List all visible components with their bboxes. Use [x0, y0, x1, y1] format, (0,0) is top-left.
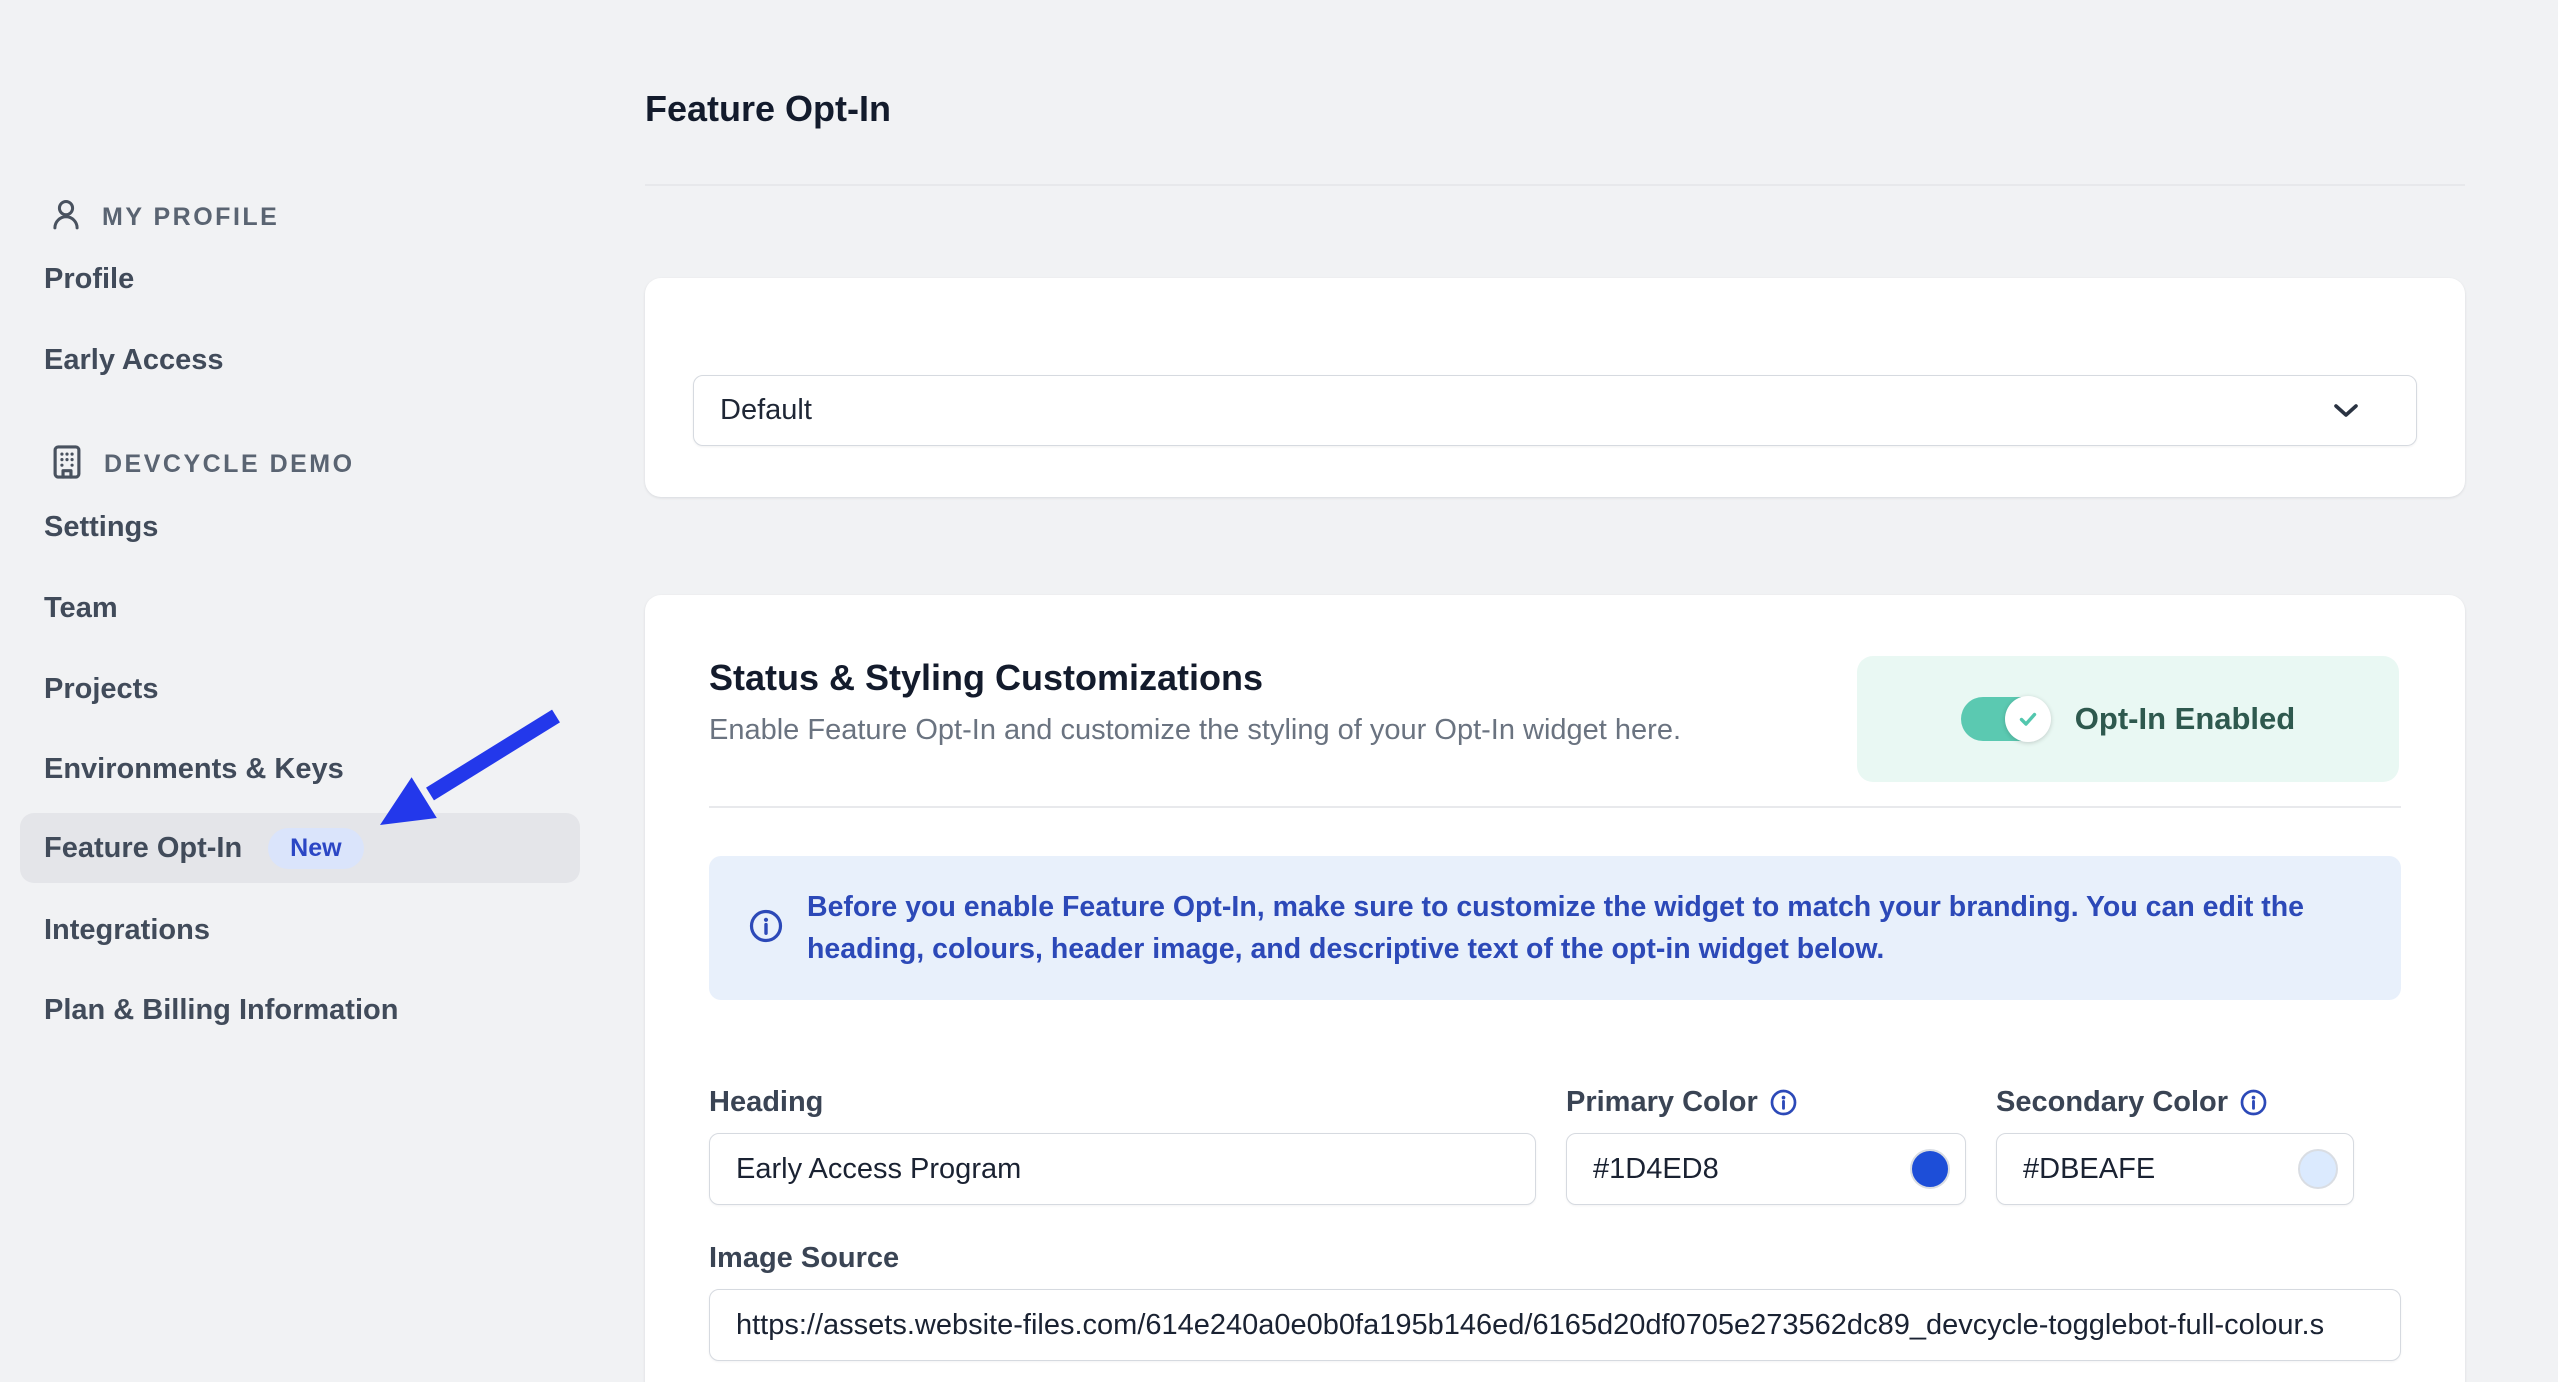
secondary-color-label: Secondary Color [1996, 1085, 2229, 1118]
project-select-value: Default [720, 394, 812, 426]
section-divider [709, 806, 2401, 808]
sidebar-item-integrations[interactable]: Integrations [44, 907, 210, 953]
primary-color-info-icon[interactable] [1770, 1089, 1797, 1116]
info-banner-text: Before you enable Feature Opt-In, make s… [807, 886, 2304, 970]
user-icon [48, 197, 84, 238]
select-project-card: Select Project Default [645, 278, 2465, 640]
chevron-down-icon [2332, 402, 2360, 425]
opt-in-status-panel: Opt-In Enabled [1857, 656, 2399, 782]
status-styling-card: Status & Styling Customizations Enable F… [645, 595, 2465, 1382]
heading-input[interactable] [709, 1133, 1536, 1205]
opt-in-toggle-label: Opt-In Enabled [2074, 701, 2296, 736]
secondary-color-info-icon[interactable] [2240, 1089, 2267, 1116]
status-card-title: Status & Styling Customizations [709, 657, 1264, 698]
sidebar: MY PROFILE Profile Early Access DEVCYCLE… [0, 0, 600, 1382]
page: MY PROFILE Profile Early Access DEVCYCLE… [0, 0, 2558, 1382]
sidebar-item-projects[interactable]: Projects [44, 666, 158, 712]
info-banner-line-2: heading, colours, header image, and desc… [807, 933, 1885, 965]
secondary-color-field-group: Secondary Color [1996, 1085, 2354, 1205]
primary-color-label: Primary Color [1566, 1085, 1758, 1118]
sidebar-item-label: Feature Opt-In [44, 831, 243, 864]
status-card-subtitle: Enable Feature Opt-In and customize the … [709, 714, 1682, 746]
sidebar-item-team[interactable]: Team [44, 585, 118, 631]
primary-color-swatch[interactable] [1910, 1149, 1950, 1189]
page-title: Feature Opt-In [645, 88, 892, 129]
image-source-field-group: Image Source [709, 1241, 2401, 1361]
title-divider [645, 184, 2465, 186]
building-icon [48, 443, 86, 486]
image-source-input[interactable] [709, 1289, 2401, 1361]
primary-color-input[interactable] [1566, 1133, 1966, 1205]
sidebar-section-devcycle-demo: DEVCYCLE DEMO [48, 441, 355, 487]
secondary-color-swatch[interactable] [2298, 1149, 2338, 1189]
check-icon [2019, 712, 2036, 726]
info-icon [749, 909, 783, 948]
sidebar-item-early-access[interactable]: Early Access [44, 337, 224, 383]
opt-in-toggle[interactable] [1960, 696, 2051, 742]
sidebar-item-profile[interactable]: Profile [44, 256, 134, 302]
heading-label: Heading [709, 1085, 824, 1118]
sidebar-item-settings[interactable]: Settings [44, 504, 158, 550]
sidebar-section-my-profile: MY PROFILE [48, 194, 279, 240]
sidebar-item-feature-opt-in[interactable]: Feature Opt-In New [20, 813, 580, 883]
sidebar-item-plan-billing[interactable]: Plan & Billing Information [44, 987, 398, 1033]
heading-field-group: Heading [709, 1085, 1536, 1205]
sidebar-section-label: MY PROFILE [102, 202, 280, 231]
info-banner-line-1: Before you enable Feature Opt-In, make s… [807, 891, 2305, 923]
styling-fields-row: Heading Primary Color [709, 1085, 2354, 1205]
primary-color-field-group: Primary Color [1566, 1085, 1966, 1205]
image-source-label: Image Source [709, 1241, 900, 1274]
sidebar-item-environments-keys[interactable]: Environments & Keys [44, 746, 344, 792]
info-banner: Before you enable Feature Opt-In, make s… [709, 856, 2401, 1000]
sidebar-section-label: DEVCYCLE DEMO [104, 449, 355, 478]
project-select[interactable]: Default [693, 375, 2417, 446]
toggle-knob [2004, 696, 2051, 742]
new-badge: New [268, 827, 364, 869]
